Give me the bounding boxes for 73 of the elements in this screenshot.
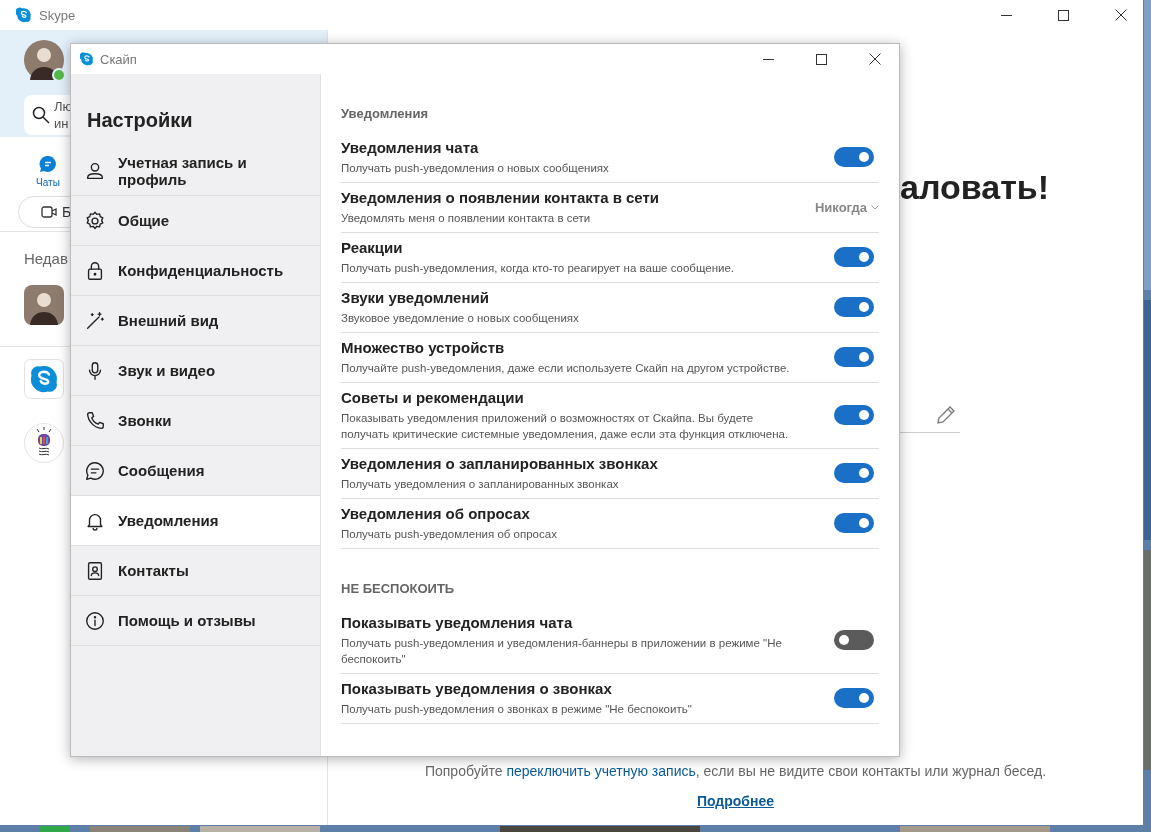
chats-tab[interactable]: Чаты — [36, 155, 60, 188]
setting-title: Уведомления чата — [341, 138, 480, 158]
window-title: Skype — [39, 7, 76, 23]
toggle-switch[interactable] — [834, 688, 874, 708]
magic-wand-icon — [84, 309, 106, 332]
settings-nav-item[interactable]: Звук и видео — [71, 346, 320, 396]
setting-title: Уведомления об опросах — [341, 504, 531, 524]
toggle-switch[interactable] — [834, 513, 874, 533]
settings-nav-item[interactable]: Конфиденциальность — [71, 246, 320, 296]
skype-logo-icon — [24, 359, 64, 399]
dialog-title: Скайп — [100, 51, 137, 67]
setting-description: Показывать уведомления приложений о возможностях от Скайпа. Вы будете получать критические системные уведомления, даже если эта функция отключена. — [341, 411, 790, 442]
setting-description: Получать push-уведомления об опросах — [341, 527, 558, 542]
minimize-icon[interactable] — [1001, 14, 1012, 16]
settings-heading: Настройки — [86, 108, 194, 133]
settings-nav-item[interactable]: Уведомления — [71, 496, 320, 546]
setting-title: Показывать уведомления чата — [341, 613, 574, 633]
setting-description: Получайте push-уведомления, даже если используете Скайп на другом устройстве. — [341, 361, 791, 376]
setting-description: Звуковое уведомление о новых сообщениях — [341, 311, 580, 326]
settings-nav-item[interactable]: Контакты — [71, 546, 320, 596]
lightbulb-icon — [24, 423, 64, 463]
close-icon[interactable] — [869, 53, 881, 65]
avatar-icon — [24, 285, 64, 325]
status-dot — [52, 68, 66, 82]
setting-description: Получать push-уведомления и уведомления-баннеры в приложении в режиме "Не беспокоить" — [341, 636, 783, 667]
setting-description: Получать push-уведомления о звонках в режиме "Не беспокоить" — [341, 702, 693, 717]
setting-title: Показывать уведомления о звонках — [341, 679, 613, 699]
settings-nav-item[interactable]: Звонки — [71, 396, 320, 446]
setting-description: Получать push-уведомления о новых сообщениях — [341, 161, 610, 176]
setting-title: Уведомления о запланированных звонках — [341, 454, 659, 474]
recent-heading: Недав — [24, 250, 68, 267]
chat-icon — [84, 459, 106, 482]
setting-title: Реакции — [341, 238, 404, 258]
toggle-switch[interactable] — [834, 247, 874, 267]
maximize-icon[interactable] — [1058, 9, 1069, 21]
section-heading: НЕ БЕСПОКОИТЬ — [341, 581, 456, 598]
setting-title: Звуки уведомлений — [341, 288, 490, 308]
video-camera-icon — [41, 205, 57, 219]
toggle-switch[interactable] — [834, 463, 874, 483]
setting-description: Получать push-уведомления, когда кто-то реагирует на ваше сообщение. — [341, 261, 736, 276]
maximize-icon[interactable] — [816, 53, 827, 65]
pencil-icon[interactable] — [936, 405, 956, 425]
chevron-down-icon — [871, 204, 879, 210]
search-icon — [32, 106, 50, 124]
setting-title: Множество устройств — [341, 338, 506, 358]
settings-nav-item[interactable]: Помощь и отзывы — [71, 596, 320, 646]
section-heading: Уведомления — [341, 106, 430, 123]
skype-logo-icon — [16, 7, 32, 23]
minimize-icon[interactable] — [763, 58, 774, 60]
gear-icon — [84, 209, 106, 232]
dropdown[interactable]: Никогда — [814, 199, 879, 215]
settings-nav-item[interactable]: Общие — [71, 196, 320, 246]
avatar-icon — [24, 40, 64, 80]
close-icon[interactable] — [1115, 9, 1127, 21]
info-icon — [84, 609, 106, 632]
switch-account-link[interactable]: переключить учетную запись — [506, 763, 696, 779]
skype-logo-icon — [80, 52, 94, 66]
toggle-switch[interactable] — [834, 347, 874, 367]
setting-title: Уведомления о появлении контакта в сети — [341, 188, 661, 208]
setting-description: Уведомлять меня о появлении контакта в сети — [341, 211, 592, 226]
chat-icon — [39, 155, 57, 173]
toggle-switch[interactable] — [834, 630, 874, 650]
toggle-switch[interactable] — [834, 405, 874, 425]
setting-title: Советы и рекомендации — [341, 388, 525, 408]
toggle-switch[interactable] — [834, 297, 874, 317]
setting-description: Получать уведомления о запланированных звонках — [341, 477, 620, 492]
toggle-switch[interactable] — [834, 147, 874, 167]
settings-nav-item[interactable]: Внешний вид — [71, 296, 320, 346]
hint-text: Попробуйте переключить учетную запись, если вы не видите свои контакты или журнал бесед. — [424, 763, 1047, 779]
welcome-heading: аловать! — [900, 168, 1051, 207]
settings-nav-item[interactable]: Учетная запись и профиль — [71, 146, 320, 196]
phone-icon — [84, 409, 106, 432]
learn-more-link[interactable]: Подробнее — [696, 793, 775, 809]
